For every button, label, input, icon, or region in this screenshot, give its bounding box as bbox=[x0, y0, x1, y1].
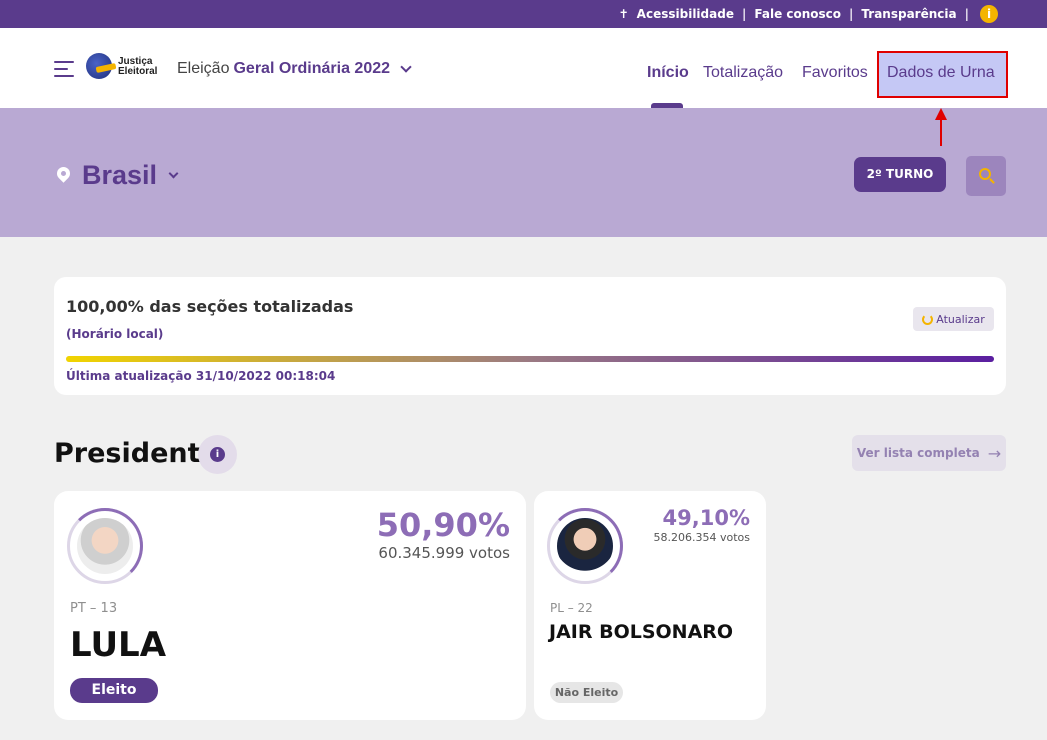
refresh-icon bbox=[922, 313, 934, 325]
info-icon[interactable]: i bbox=[980, 5, 998, 23]
location-name[interactable]: Brasil bbox=[82, 160, 157, 191]
separator: | bbox=[964, 7, 969, 21]
accessibility-link[interactable]: Acessibilidade bbox=[637, 7, 734, 21]
status-card: 100,00% das seções totalizadas (Horário … bbox=[54, 277, 1006, 395]
candidate-card[interactable]: 50,90% 60.345.999 votos PT – 13 LULA Ele… bbox=[54, 491, 526, 720]
info-button[interactable]: i bbox=[198, 435, 237, 474]
election-prefix: Eleição bbox=[177, 60, 230, 77]
info-icon: i bbox=[210, 447, 225, 462]
top-links: ✝ Acessibilidade | Fale conosco | Transp… bbox=[619, 7, 999, 21]
see-all-label: Ver lista completa bbox=[856, 446, 980, 460]
menu-icon[interactable] bbox=[54, 61, 74, 77]
contact-link[interactable]: Fale conosco bbox=[754, 7, 841, 21]
avatar bbox=[67, 508, 143, 584]
globe-icon bbox=[86, 53, 112, 79]
nav-inicio[interactable]: Início bbox=[647, 64, 689, 82]
election-name: Geral Ordinária 2022 bbox=[233, 60, 391, 77]
nav-totalizacao[interactable]: Totalização bbox=[703, 64, 783, 82]
vote-count: 58.206.354 votos bbox=[653, 531, 751, 544]
annotation-arrow bbox=[935, 108, 947, 146]
chevron-down-icon bbox=[400, 61, 412, 73]
top-bar: ✝ Acessibilidade | Fale conosco | Transp… bbox=[0, 0, 1047, 28]
refresh-label: Atualizar bbox=[936, 312, 985, 326]
see-all-button[interactable]: Ver lista completa → bbox=[852, 435, 1006, 471]
candidate-name: LULA bbox=[70, 625, 167, 665]
avatar bbox=[547, 508, 623, 584]
party-number: PT – 13 bbox=[70, 601, 118, 616]
section-title: Presidente bbox=[54, 438, 219, 469]
status-badge: Eleito bbox=[70, 678, 158, 703]
accessibility-icon[interactable]: ✝ bbox=[619, 7, 629, 21]
party-number: PL – 22 bbox=[550, 601, 593, 615]
candidate-photo bbox=[557, 518, 613, 574]
round-button[interactable]: 2º TURNO bbox=[854, 157, 946, 192]
vote-count: 60.345.999 votos bbox=[378, 544, 510, 562]
progress-fill bbox=[66, 356, 994, 362]
progress-bar bbox=[66, 356, 994, 362]
separator: | bbox=[849, 7, 854, 21]
candidate-name: JAIR BOLSONARO bbox=[549, 621, 734, 643]
separator: | bbox=[741, 7, 747, 21]
nav-dados-de-urna[interactable]: Dados de Urna bbox=[887, 64, 995, 82]
logo-line2: Eleitoral bbox=[118, 66, 158, 77]
candidate-photo bbox=[77, 518, 133, 574]
election-selector[interactable]: Eleição Geral Ordinária 2022 bbox=[177, 60, 412, 78]
vote-percentage: 50,90% bbox=[376, 506, 510, 544]
nav-favoritos[interactable]: Favoritos bbox=[802, 64, 868, 82]
search-button[interactable] bbox=[966, 156, 1006, 196]
last-update: Última atualização 31/10/2022 00:18:04 bbox=[66, 369, 336, 383]
vote-percentage: 49,10% bbox=[662, 506, 750, 530]
status-badge: Não Eleito bbox=[550, 682, 623, 703]
justica-eleitoral-logo[interactable]: Justiça Eleitoral bbox=[86, 53, 160, 85]
arrow-right-icon: → bbox=[987, 443, 1002, 463]
candidate-card[interactable]: 49,10% 58.206.354 votos PL – 22 JAIR BOL… bbox=[534, 491, 766, 720]
refresh-button[interactable]: Atualizar bbox=[913, 307, 994, 331]
transparency-link[interactable]: Transparência bbox=[861, 7, 956, 21]
status-title: 100,00% das seções totalizadas bbox=[66, 297, 354, 316]
status-subtitle: (Horário local) bbox=[66, 327, 164, 341]
